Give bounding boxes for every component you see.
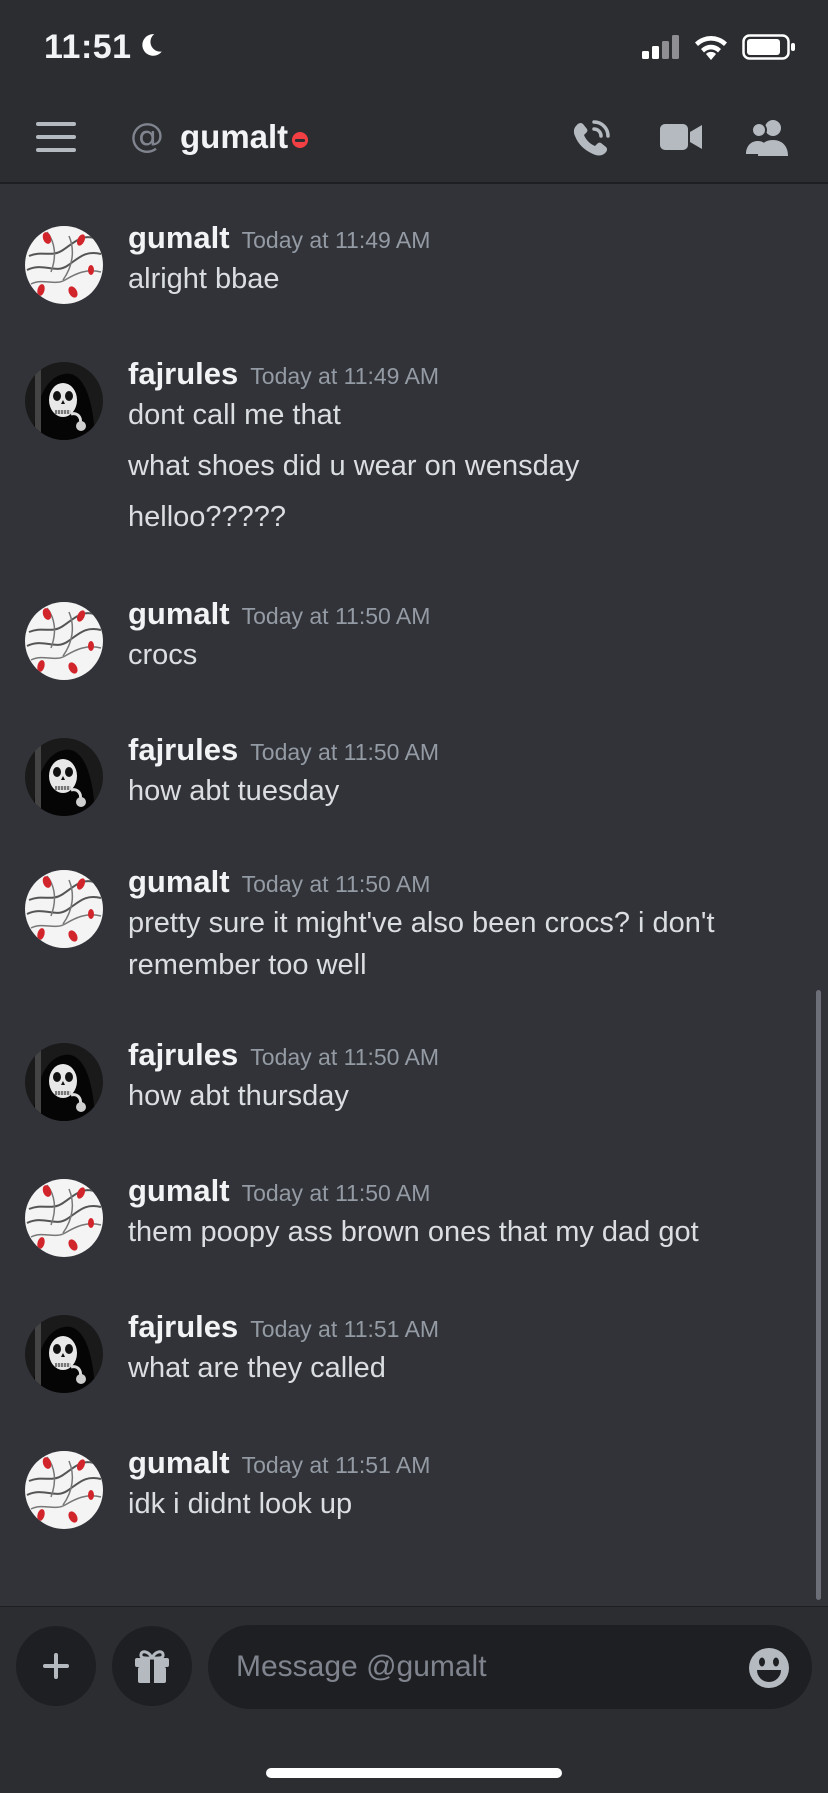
message-timestamp: Today at 11:51 AM [250, 1316, 440, 1342]
message-author[interactable]: fajrules Today at 11:51 AM [128, 1309, 439, 1345]
author-name[interactable]: fajrules [128, 1037, 238, 1072]
message-text[interactable]: pretty sure it might've also been crocs?… [128, 902, 768, 944]
gift-icon [135, 1650, 169, 1683]
message-timestamp: Today at 11:50 AM [241, 1180, 431, 1206]
author-name[interactable]: gumalt [128, 220, 230, 255]
message-text[interactable]: helloo????? [128, 496, 768, 538]
author-name[interactable]: gumalt [128, 864, 230, 899]
gumalt-avatar[interactable] [25, 870, 103, 948]
message-timestamp: Today at 11:50 AM [250, 739, 440, 765]
message-text[interactable]: remember too well [128, 944, 768, 986]
author-name[interactable]: gumalt [128, 596, 230, 631]
message-author[interactable]: gumalt Today at 11:50 AM [128, 1173, 430, 1209]
status-bar: 11:51 [0, 0, 828, 92]
author-name[interactable]: fajrules [128, 732, 238, 767]
message-composer [0, 1606, 828, 1793]
gift-button[interactable] [112, 1626, 192, 1706]
emoji-icon[interactable] [748, 1647, 790, 1693]
message-author[interactable]: fajrules Today at 11:49 AM [128, 356, 439, 392]
message-text[interactable]: crocs [128, 634, 768, 676]
battery-icon [742, 34, 796, 64]
moon-icon [138, 28, 164, 67]
message-timestamp: Today at 11:50 AM [241, 603, 431, 629]
author-name[interactable]: gumalt [128, 1173, 230, 1208]
author-name[interactable]: fajrules [128, 1309, 238, 1344]
gumalt-avatar[interactable] [25, 1179, 103, 1257]
message-text[interactable]: what are they called [128, 1347, 768, 1389]
message-text[interactable]: how abt tuesday [128, 770, 768, 812]
message-author[interactable]: gumalt Today at 11:49 AM [128, 220, 430, 256]
phone-call-icon[interactable] [570, 118, 612, 162]
author-name[interactable]: fajrules [128, 356, 238, 391]
message-author[interactable]: gumalt Today at 11:51 AM [128, 1445, 430, 1481]
message-author[interactable]: gumalt Today at 11:50 AM [128, 596, 430, 632]
message-text[interactable]: idk i didnt look up [128, 1483, 768, 1525]
fajrules-avatar[interactable] [25, 1043, 103, 1121]
message-timestamp: Today at 11:49 AM [241, 227, 431, 253]
message-timestamp: Today at 11:51 AM [241, 1452, 431, 1478]
message-input[interactable] [208, 1625, 812, 1709]
channel-header: @ gumalt [0, 92, 828, 184]
fajrules-avatar[interactable] [25, 1315, 103, 1393]
add-attachment-button[interactable] [16, 1626, 96, 1706]
at-icon: @ [130, 116, 164, 156]
gumalt-avatar[interactable] [25, 1451, 103, 1529]
cellular-signal-icon [642, 35, 680, 63]
author-name[interactable]: gumalt [128, 1445, 230, 1480]
fajrules-avatar[interactable] [25, 362, 103, 440]
gumalt-avatar[interactable] [25, 602, 103, 680]
status-time: 11:51 [44, 28, 132, 66]
hamburger-menu-icon[interactable] [36, 122, 76, 154]
message-text[interactable]: them poopy ass brown ones that my dad go… [128, 1211, 768, 1253]
status-clock: 11:51 [44, 28, 164, 67]
home-indicator [266, 1768, 562, 1778]
message-author[interactable]: fajrules Today at 11:50 AM [128, 1037, 439, 1073]
video-call-icon[interactable] [660, 122, 702, 156]
message-text[interactable]: what shoes did u wear on wensday [128, 445, 768, 487]
message-timestamp: Today at 11:50 AM [250, 1044, 440, 1070]
members-icon[interactable] [746, 118, 790, 160]
plus-icon [43, 1653, 69, 1679]
wifi-icon [694, 34, 728, 64]
message-timestamp: Today at 11:49 AM [250, 363, 440, 389]
message-author[interactable]: gumalt Today at 11:50 AM [128, 864, 430, 900]
message-text[interactable]: how abt thursday [128, 1075, 768, 1117]
scrollbar[interactable] [816, 990, 821, 1600]
message-timestamp: Today at 11:50 AM [241, 871, 431, 897]
message-text[interactable]: alright bbae [128, 258, 768, 300]
dm-title[interactable]: gumalt [180, 118, 288, 156]
dnd-status-icon [292, 132, 308, 148]
gumalt-avatar[interactable] [25, 226, 103, 304]
fajrules-avatar[interactable] [25, 738, 103, 816]
message-text[interactable]: dont call me that [128, 394, 768, 436]
message-list[interactable]: gumalt Today at 11:49 AM alright bbae fajru… [0, 186, 828, 1606]
message-author[interactable]: fajrules Today at 11:50 AM [128, 732, 439, 768]
